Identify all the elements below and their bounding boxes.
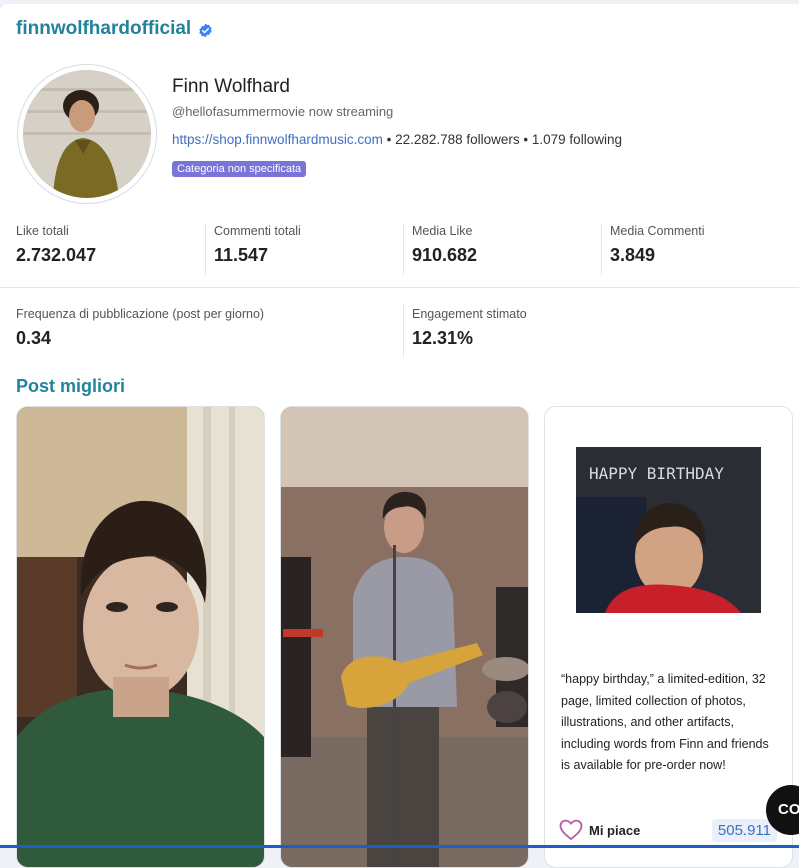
- stat-value: 0.34: [16, 328, 52, 348]
- likes-count: 505.911: [711, 818, 777, 842]
- stat-label: Commenti totali: [214, 224, 301, 238]
- category-badge: Categoria non specificata: [172, 161, 307, 177]
- stat-label: Media Commenti: [610, 224, 705, 238]
- post-likes-row: Mi piace 505.911: [559, 817, 777, 843]
- username-text: finnwolfhardofficial: [16, 18, 192, 39]
- top-posts-title: Post migliori: [16, 376, 126, 396]
- post-image: [281, 407, 528, 867]
- avatar-photo: [23, 70, 151, 198]
- post-caption: “happy birthday,” a limited-edition, 32 …: [561, 672, 769, 772]
- followers-following-text: • 22.282.788 followers • 1.079 following: [382, 132, 622, 147]
- post-image-title: HAPPY BIRTHDAY: [589, 464, 724, 483]
- stat-value: 3.849: [610, 245, 656, 265]
- stat-average-likes: Media Like 910.682: [412, 224, 477, 266]
- post-image: [17, 407, 264, 867]
- profile-bio: @hellofasummermovie now streaming: [172, 104, 394, 119]
- top-post-card[interactable]: HAPPY BIRTHDAY “happy birthday,” a limit…: [544, 406, 793, 868]
- stat-divider: [601, 223, 602, 275]
- stat-value: 11.547: [214, 245, 269, 265]
- stat-label: Media Like: [412, 224, 473, 238]
- stat-value: 2.732.047: [16, 245, 97, 265]
- verified-badge-icon: [198, 22, 213, 37]
- stat-divider: [403, 223, 404, 275]
- likes-label: Mi piace: [589, 822, 641, 838]
- stat-total-likes: Like totali 2.732.047: [16, 224, 96, 266]
- stat-divider: [205, 223, 206, 275]
- profile-links-line: https://shop.finnwolfhardmusic.com • 22.…: [172, 132, 622, 147]
- stat-total-comments: Commenti totali 11.547: [214, 224, 301, 266]
- profile-card: finnwolfhardofficial Finn Wolfhard @hell…: [0, 4, 799, 868]
- stat-label: Frequenza di pubblicazione (post per gio…: [16, 307, 265, 321]
- post-image: HAPPY BIRTHDAY: [545, 407, 792, 657]
- avatar[interactable]: [17, 64, 157, 204]
- stat-estimated-engagement: Engagement stimato 12.31%: [412, 307, 527, 349]
- profile-full-name: Finn Wolfhard: [172, 76, 290, 97]
- stat-average-comments: Media Commenti 3.849: [610, 224, 704, 266]
- heart-icon[interactable]: [559, 819, 583, 841]
- stat-label: Like totali: [16, 224, 69, 238]
- top-post-card[interactable]: [16, 406, 265, 868]
- profile-username[interactable]: finnwolfhardofficial: [16, 18, 213, 40]
- stat-label: Engagement stimato: [412, 307, 527, 321]
- stat-posting-frequency: Frequenza di pubblicazione (post per gio…: [16, 307, 264, 349]
- stats-divider: [0, 287, 799, 288]
- stat-value: 910.682: [412, 245, 478, 265]
- website-link[interactable]: https://shop.finnwolfhardmusic.com: [172, 132, 383, 147]
- stat-divider: [403, 305, 404, 357]
- stat-value: 12.31%: [412, 328, 474, 348]
- top-post-card[interactable]: [280, 406, 529, 868]
